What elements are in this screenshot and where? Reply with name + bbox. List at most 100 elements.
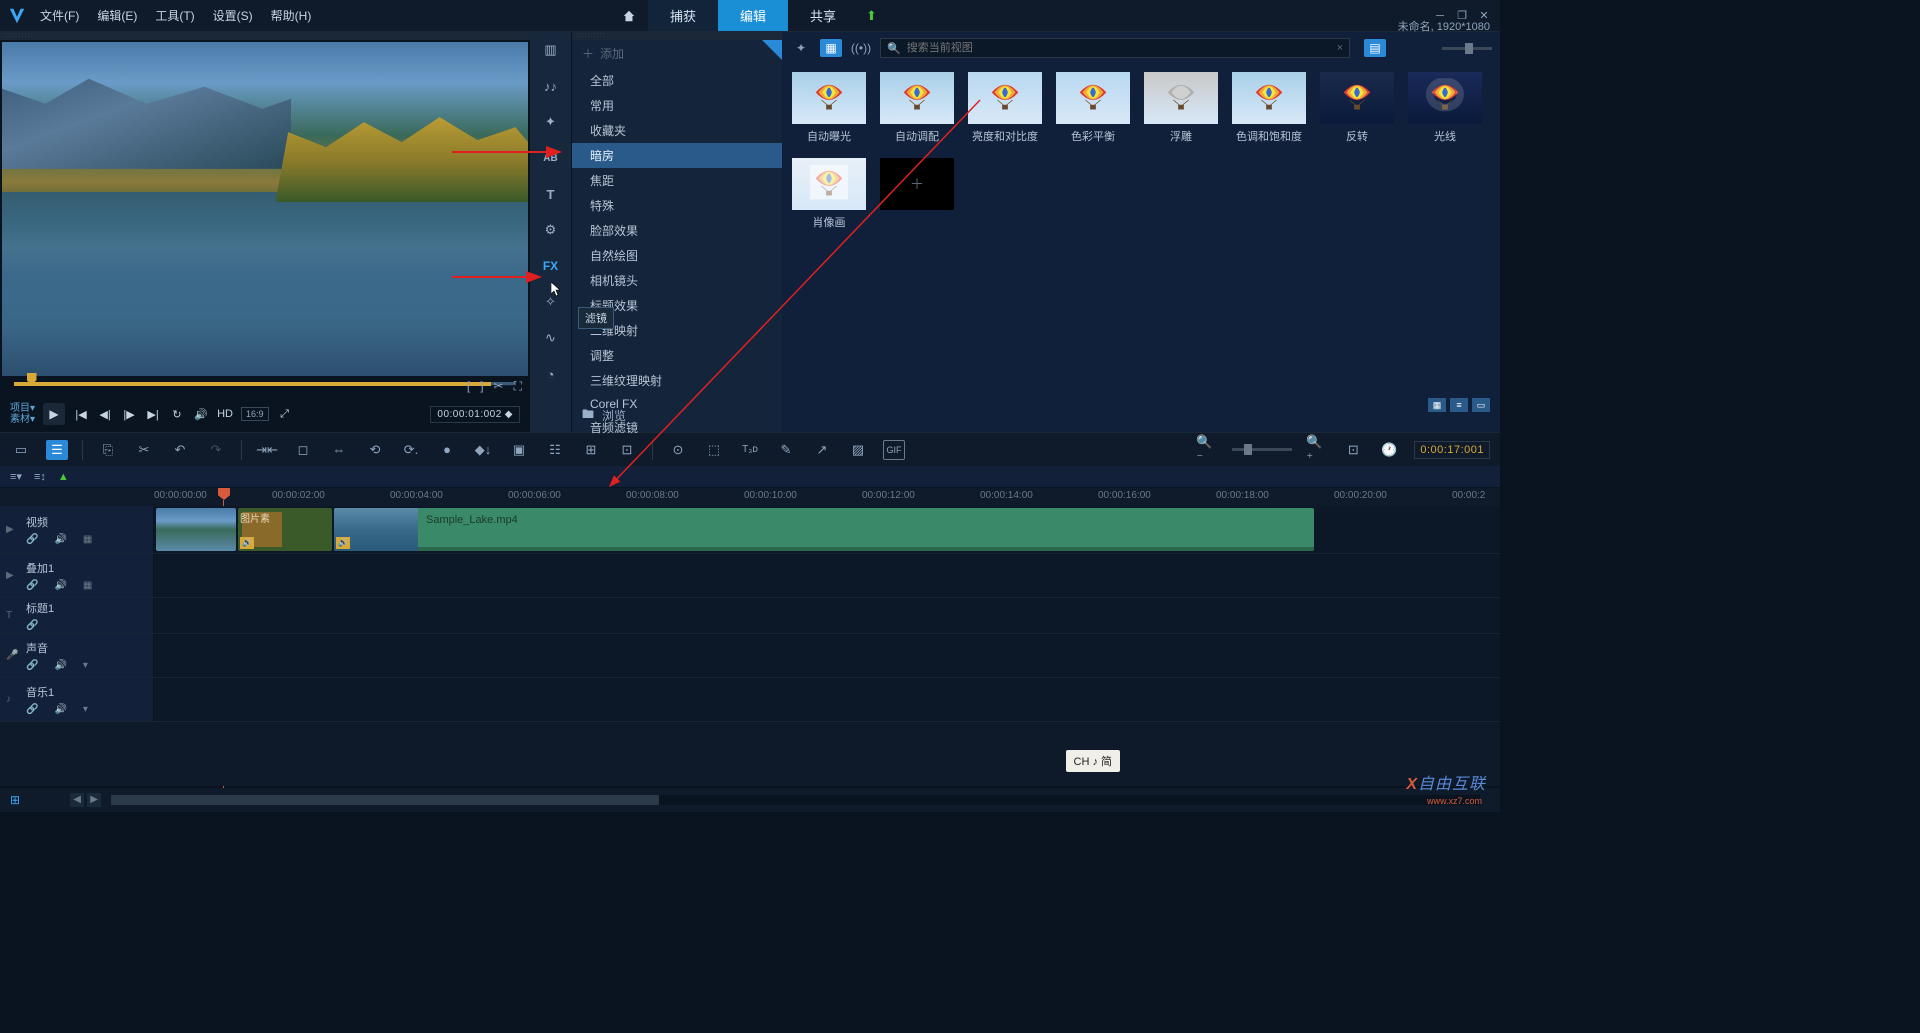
preview-viewport[interactable] <box>2 42 528 376</box>
sort-icon[interactable]: ((•)) <box>850 39 872 57</box>
audio-icon[interactable]: ♪♪ <box>539 76 563 96</box>
chevron-down-icon[interactable]: ▾ <box>83 704 88 715</box>
mute-icon[interactable]: 🔊 <box>54 580 66 591</box>
undo-icon[interactable]: ↶ <box>169 440 191 460</box>
volume-button[interactable]: 🔊 <box>193 406 209 422</box>
record-icon[interactable]: ● <box>436 440 458 460</box>
filter-thumbnail[interactable]: 自动调配 <box>880 72 954 144</box>
menu-file[interactable]: 文件(F) <box>40 7 79 24</box>
preview-mode-label[interactable]: 项目▾素材▾ <box>10 403 35 425</box>
filter-category-item[interactable]: 常用 <box>572 93 782 118</box>
filter-thumbnail[interactable]: 色调和饱和度 <box>1232 72 1306 144</box>
snapshot-icon[interactable]: ▣ <box>508 440 530 460</box>
chevron-down-icon[interactable]: ▾ <box>83 660 88 671</box>
tab-home[interactable] <box>612 0 648 31</box>
grid-guides-icon[interactable]: ⊡ <box>616 440 638 460</box>
tab-upload[interactable]: ⬆ <box>858 0 888 31</box>
timeline-icon[interactable]: ≡ <box>1450 398 1468 412</box>
grid-view-icon[interactable]: ▦ <box>820 39 842 57</box>
storyboard-view-icon[interactable]: ▭ <box>10 440 32 460</box>
tab-edit[interactable]: 编辑 <box>718 0 788 31</box>
track-lane[interactable] <box>154 678 1500 721</box>
chroma-icon[interactable]: ▨ <box>847 440 869 460</box>
search-input[interactable] <box>907 42 1331 54</box>
title-icon[interactable]: T <box>539 184 563 204</box>
menu-help[interactable]: 帮助(H) <box>271 7 312 24</box>
browse-button[interactable]: 🖿浏览 <box>582 405 626 426</box>
ime-indicator[interactable]: CH ♪ 简 <box>1066 750 1121 772</box>
timeline-view-icon[interactable]: ☰ <box>46 440 68 460</box>
thumb-size-slider[interactable] <box>1442 47 1492 50</box>
chapter-icon[interactable]: ◆↓ <box>472 440 494 460</box>
html-icon[interactable]: ▭ <box>1472 398 1490 412</box>
track-lane[interactable] <box>154 554 1500 597</box>
next-frame-button[interactable]: |▶ <box>121 406 137 422</box>
menu-setting[interactable]: 设置(S) <box>213 7 253 24</box>
filter-thumbnail[interactable]: 自动曝光 <box>792 72 866 144</box>
hd-button[interactable]: HD <box>217 406 233 422</box>
filter-thumbnail[interactable]: 光线 <box>1408 72 1482 144</box>
add-filter-tile[interactable]: ＋ <box>880 158 954 230</box>
menu-edit[interactable]: 编辑(E) <box>97 7 137 24</box>
tracking-icon[interactable]: ◔ <box>539 364 563 384</box>
mute-icon[interactable]: 🔊 <box>54 534 66 545</box>
clip-image-2[interactable]: 图片素🔊 <box>238 508 332 551</box>
loop-button[interactable]: ↻ <box>169 406 185 422</box>
prev-frame-button[interactable]: ◀| <box>97 406 113 422</box>
favorite-icon[interactable]: ✦ <box>790 39 812 57</box>
cut-icon[interactable]: ✂ <box>133 440 155 460</box>
clear-icon[interactable]: × <box>1337 42 1343 54</box>
aspect-ratio[interactable]: 16:9 <box>241 407 269 421</box>
go-end-button[interactable]: ▶| <box>145 406 161 422</box>
clip-video[interactable]: 🔊Sample_Lake.mp4 <box>334 508 1314 551</box>
playhead[interactable] <box>218 488 230 500</box>
filter-category-item[interactable]: 三维纹理映射 <box>572 368 782 393</box>
mute-icon[interactable]: 🔊 <box>54 660 66 671</box>
nav-left-icon[interactable]: ◀ <box>70 793 84 807</box>
clock-icon[interactable]: 🕐 <box>1378 440 1400 460</box>
track-lane[interactable] <box>154 598 1500 633</box>
motion-icon[interactable]: ✦ <box>539 112 563 132</box>
resize-icon[interactable]: ⤢ <box>277 406 293 422</box>
storyboard-icon[interactable]: ▦ <box>1428 398 1446 412</box>
link-icon[interactable]: 🔗 <box>26 660 38 671</box>
tab-capture[interactable]: 捕获 <box>648 0 718 31</box>
filter-category-item[interactable]: 调整 <box>572 343 782 368</box>
timeline-timecode[interactable]: 0:00:17:001 <box>1414 441 1490 459</box>
mute-icon[interactable]: 🔊 <box>54 704 66 715</box>
timeline-scrollbar[interactable] <box>111 795 1480 805</box>
filter-category-item[interactable]: 相机镜头 <box>572 268 782 293</box>
nav-right-icon[interactable]: ▶ <box>87 793 101 807</box>
search-field[interactable]: 🔍 × <box>880 38 1350 58</box>
filter-category-item[interactable]: 暗房 <box>572 143 782 168</box>
fit-icon[interactable]: ⊡ <box>1342 440 1364 460</box>
zoom-slider[interactable] <box>1232 448 1292 451</box>
time-remap-icon[interactable]: ↗ <box>811 440 833 460</box>
scissors-icon[interactable]: ✂ <box>494 379 504 394</box>
filter-category-item[interactable]: 收藏夹 <box>572 118 782 143</box>
clip-image-1[interactable] <box>156 508 236 551</box>
overlay-icon[interactable]: ⚙ <box>539 220 563 240</box>
filter-category-item[interactable]: 焦距 <box>572 168 782 193</box>
mark-in-icon[interactable]: [ <box>467 379 470 394</box>
mask-icon[interactable]: ⬚ <box>703 440 725 460</box>
collapse-icon[interactable]: ▲ <box>58 471 69 483</box>
reverse-icon[interactable]: ⟲ <box>364 440 386 460</box>
link-icon[interactable]: 🔗 <box>26 620 38 631</box>
sort-tracks-icon[interactable]: ≡↕ <box>34 471 46 483</box>
preview-timecode[interactable]: 00:00:01:002◆ <box>430 406 520 423</box>
link-icon[interactable]: 🔗 <box>26 534 38 545</box>
track-lane[interactable] <box>154 634 1500 677</box>
filter-category-item[interactable]: 全部 <box>572 68 782 93</box>
filter-thumbnail[interactable]: 反转 <box>1320 72 1394 144</box>
panel-grip[interactable]: :::::::::: <box>572 32 782 40</box>
add-filter-button[interactable]: ＋添加 <box>572 40 782 66</box>
multicam-icon[interactable]: ⊞ <box>580 440 602 460</box>
filter-thumbnail[interactable]: 色彩平衡 <box>1056 72 1130 144</box>
speed-icon[interactable]: ⇔ <box>328 440 350 460</box>
redo-icon[interactable]: ↷ <box>205 440 227 460</box>
link-icon[interactable]: 🔗 <box>26 704 38 715</box>
thumb-view-icon[interactable]: ▤ <box>1364 39 1386 57</box>
all-tracks-icon[interactable]: ≡▾ <box>10 470 22 483</box>
add-track-icon[interactable]: ⊞ <box>10 793 20 807</box>
